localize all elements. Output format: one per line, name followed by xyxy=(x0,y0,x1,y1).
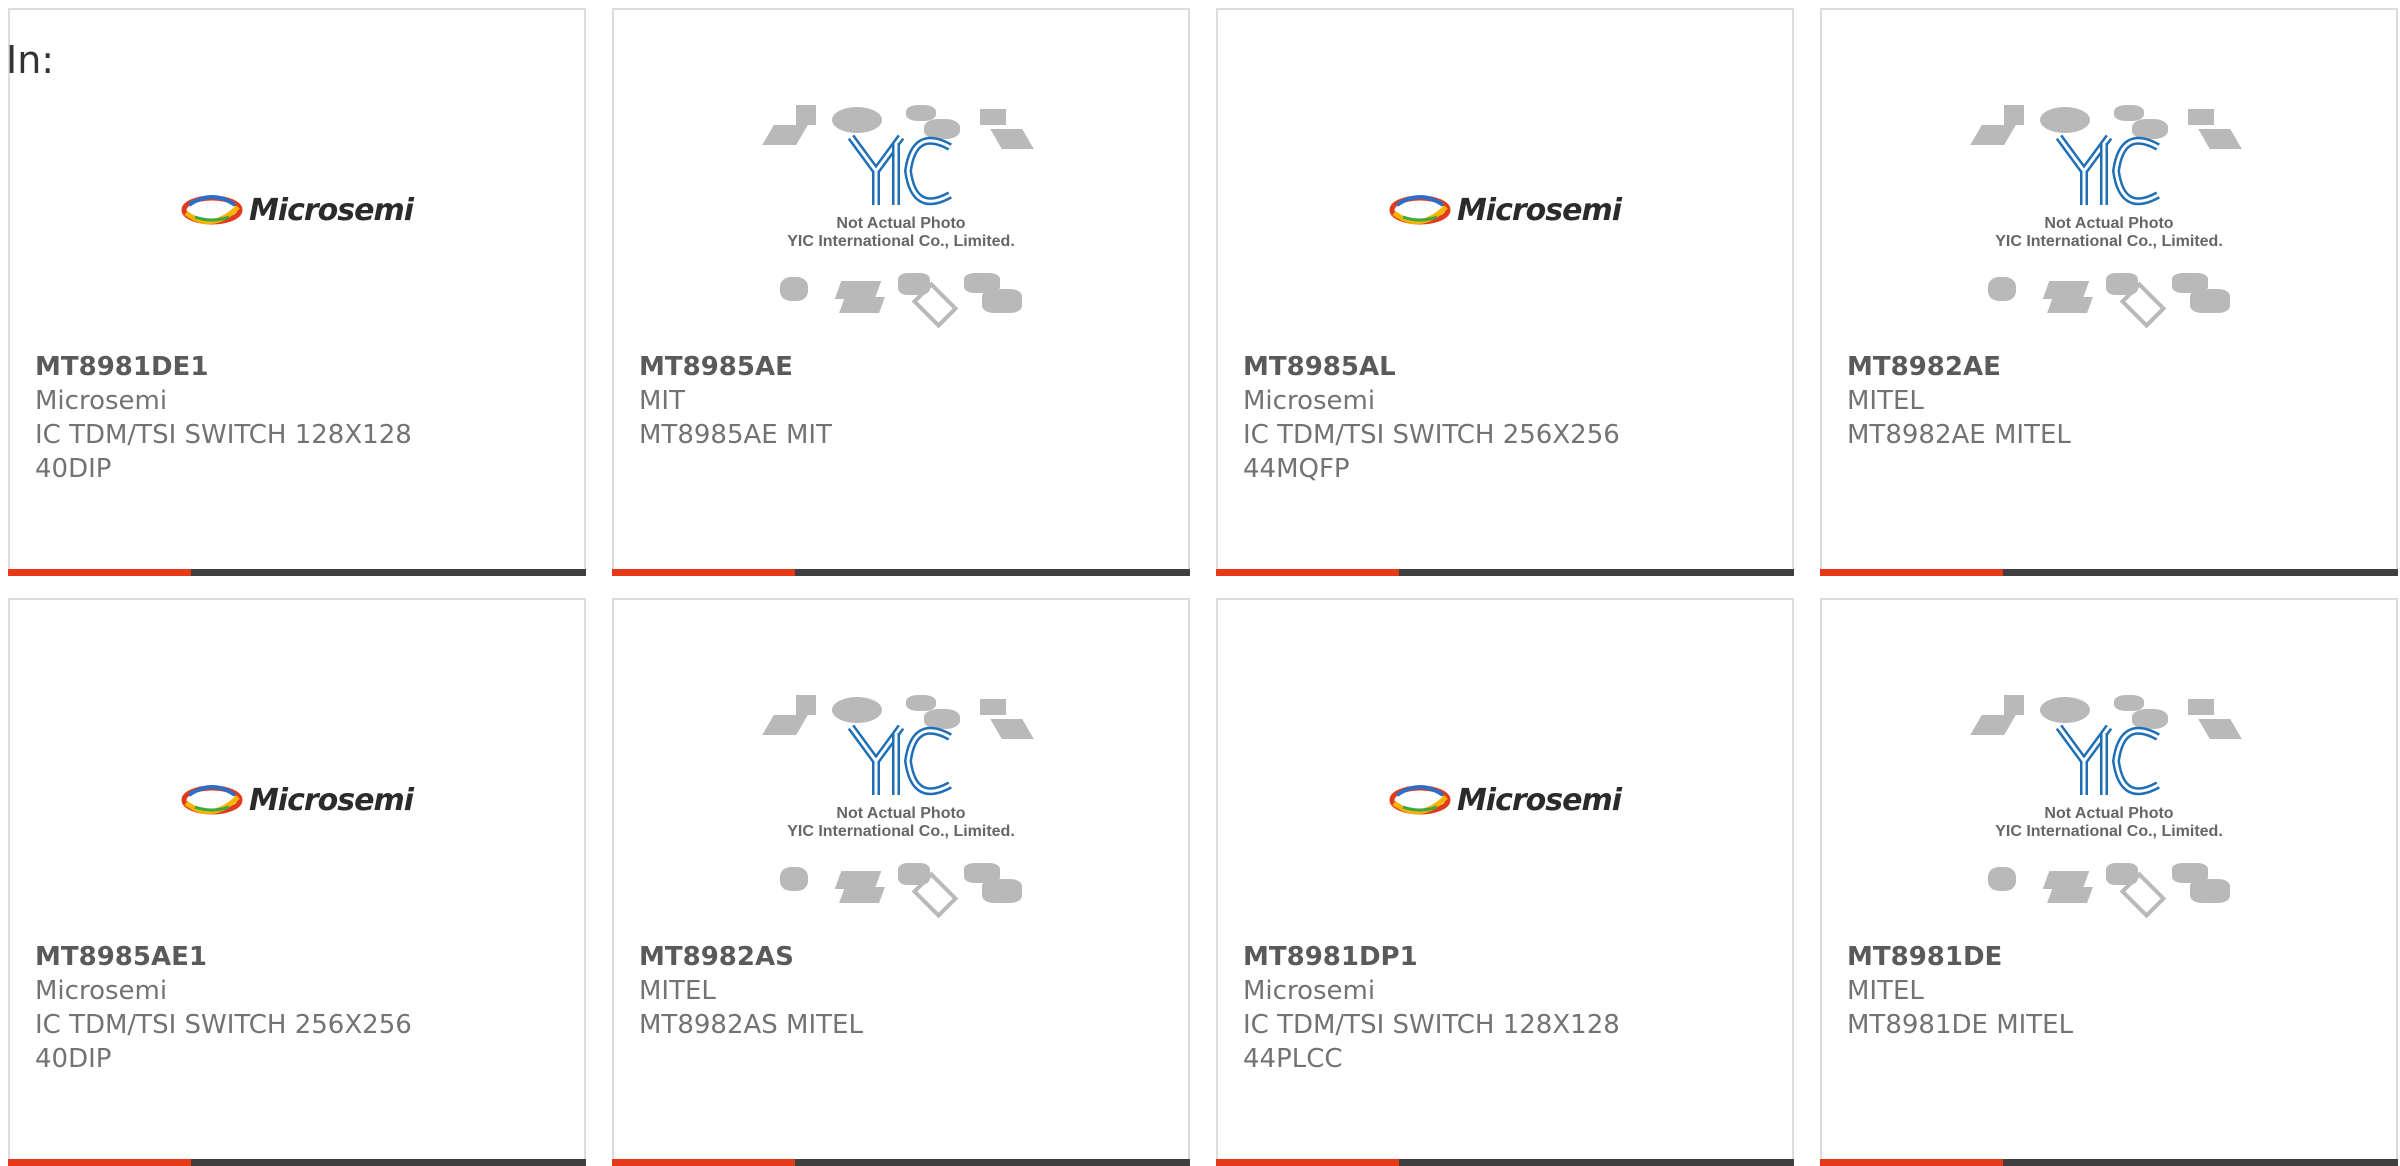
brand-name: MITEL xyxy=(1847,386,1924,416)
part-number[interactable]: MT8985AE xyxy=(639,350,1159,384)
product-card[interactable]: Microsemi MT8981DE1 Microsemi IC TDM/TSI… xyxy=(8,8,586,576)
brand-name: Microsemi xyxy=(35,386,168,416)
card-footer-bar xyxy=(1820,1159,2398,1166)
description-line: IC TDM/TSI SWITCH 256X256 xyxy=(1243,420,1620,450)
product-card[interactable]: Not Actual Photo YIC International Co., … xyxy=(1820,8,2398,576)
product-image: Microsemi xyxy=(10,650,584,950)
placeholder-caption: YIC International Co., Limited. xyxy=(1995,233,2223,250)
brand-name: Microsemi xyxy=(1243,976,1376,1006)
placeholder-caption: YIC International Co., Limited. xyxy=(787,233,1015,250)
description-line: MT8982AE MITEL xyxy=(1847,420,2071,450)
section-prefix-label: In: xyxy=(6,38,55,82)
card-accent-bar xyxy=(1820,1159,2003,1166)
brand-name: MIT xyxy=(639,386,685,416)
placeholder-caption: Not Actual Photo xyxy=(2044,215,2174,232)
brand-name: MITEL xyxy=(639,976,716,1006)
description-line: 44MQFP xyxy=(1243,454,1350,484)
yic-logo-icon xyxy=(2055,134,2160,206)
product-image: Microsemi xyxy=(10,60,584,360)
product-card[interactable]: Microsemi MT8985AL Microsemi IC TDM/TSI … xyxy=(1216,8,1794,576)
part-number[interactable]: MT8985AL xyxy=(1243,350,1763,384)
microsemi-logo: Microsemi xyxy=(1389,193,1622,228)
part-number[interactable]: MT8985AE1 xyxy=(35,940,555,974)
yic-logo-icon xyxy=(2055,724,2160,796)
card-accent-bar xyxy=(1216,1159,1399,1166)
part-number[interactable]: MT8981DE1 xyxy=(35,350,555,384)
yic-placeholder-image: Not Actual Photo YIC International Co., … xyxy=(1970,675,2244,925)
product-card[interactable]: Microsemi MT8981DP1 Microsemi IC TDM/TSI… xyxy=(1216,598,1794,1166)
card-footer-bar xyxy=(8,1159,586,1166)
card-footer-bar xyxy=(1216,1159,1794,1166)
description-line: 40DIP xyxy=(35,454,112,484)
part-number[interactable]: MT8981DE xyxy=(1847,940,2367,974)
microsemi-swirl-icon xyxy=(1389,785,1451,815)
description-line: 40DIP xyxy=(35,1044,112,1074)
microsemi-logo: Microsemi xyxy=(1389,783,1622,818)
product-grid: Microsemi MT8981DE1 Microsemi IC TDM/TSI… xyxy=(8,8,2400,1166)
part-number[interactable]: MT8982AE xyxy=(1847,350,2367,384)
microsemi-logo: Microsemi xyxy=(181,193,414,228)
card-accent-bar xyxy=(612,569,795,576)
placeholder-caption: YIC International Co., Limited. xyxy=(1995,823,2223,840)
product-image: Not Actual Photo YIC International Co., … xyxy=(614,60,1188,360)
yic-placeholder-image: Not Actual Photo YIC International Co., … xyxy=(762,675,1036,925)
placeholder-caption: Not Actual Photo xyxy=(2044,805,2174,822)
card-accent-bar xyxy=(1216,569,1399,576)
product-card[interactable]: Not Actual Photo YIC International Co., … xyxy=(612,8,1190,576)
product-card[interactable]: Microsemi MT8985AE1 Microsemi IC TDM/TSI… xyxy=(8,598,586,1166)
placeholder-caption: YIC International Co., Limited. xyxy=(787,823,1015,840)
card-accent-bar xyxy=(8,569,191,576)
brand-name: MITEL xyxy=(1847,976,1924,1006)
product-image: Not Actual Photo YIC International Co., … xyxy=(1822,60,2396,360)
microsemi-swirl-icon xyxy=(1389,195,1451,225)
description-line: MT8982AS MITEL xyxy=(639,1010,863,1040)
brand-name: Microsemi xyxy=(1243,386,1376,416)
card-footer-bar xyxy=(8,569,586,576)
part-number[interactable]: MT8982AS xyxy=(639,940,1159,974)
card-footer-bar xyxy=(1216,569,1794,576)
product-image: Microsemi xyxy=(1218,650,1792,950)
description-line: IC TDM/TSI SWITCH 128X128 xyxy=(1243,1010,1620,1040)
card-footer-bar xyxy=(612,1159,1190,1166)
card-footer-bar xyxy=(612,569,1190,576)
product-card[interactable]: Not Actual Photo YIC International Co., … xyxy=(612,598,1190,1166)
placeholder-caption: Not Actual Photo xyxy=(836,805,966,822)
card-accent-bar xyxy=(1820,569,2003,576)
card-accent-bar xyxy=(8,1159,191,1166)
card-accent-bar xyxy=(612,1159,795,1166)
brand-name: Microsemi xyxy=(35,976,168,1006)
microsemi-swirl-icon xyxy=(181,195,243,225)
description-line: IC TDM/TSI SWITCH 256X256 xyxy=(35,1010,412,1040)
yic-logo-icon xyxy=(847,724,952,796)
description-line: MT8981DE MITEL xyxy=(1847,1010,2074,1040)
description-line: IC TDM/TSI SWITCH 128X128 xyxy=(35,420,412,450)
card-footer-bar xyxy=(1820,569,2398,576)
yic-placeholder-image: Not Actual Photo YIC International Co., … xyxy=(762,85,1036,335)
description-line: 44PLCC xyxy=(1243,1044,1343,1074)
product-image: Microsemi xyxy=(1218,60,1792,360)
yic-placeholder-image: Not Actual Photo YIC International Co., … xyxy=(1970,85,2244,335)
product-image: Not Actual Photo YIC International Co., … xyxy=(1822,650,2396,950)
part-number[interactable]: MT8981DP1 xyxy=(1243,940,1763,974)
yic-logo-icon xyxy=(847,134,952,206)
placeholder-caption: Not Actual Photo xyxy=(836,215,966,232)
microsemi-swirl-icon xyxy=(181,785,243,815)
product-card[interactable]: Not Actual Photo YIC International Co., … xyxy=(1820,598,2398,1166)
microsemi-logo: Microsemi xyxy=(181,783,414,818)
description-line: MT8985AE MIT xyxy=(639,420,832,450)
product-image: Not Actual Photo YIC International Co., … xyxy=(614,650,1188,950)
